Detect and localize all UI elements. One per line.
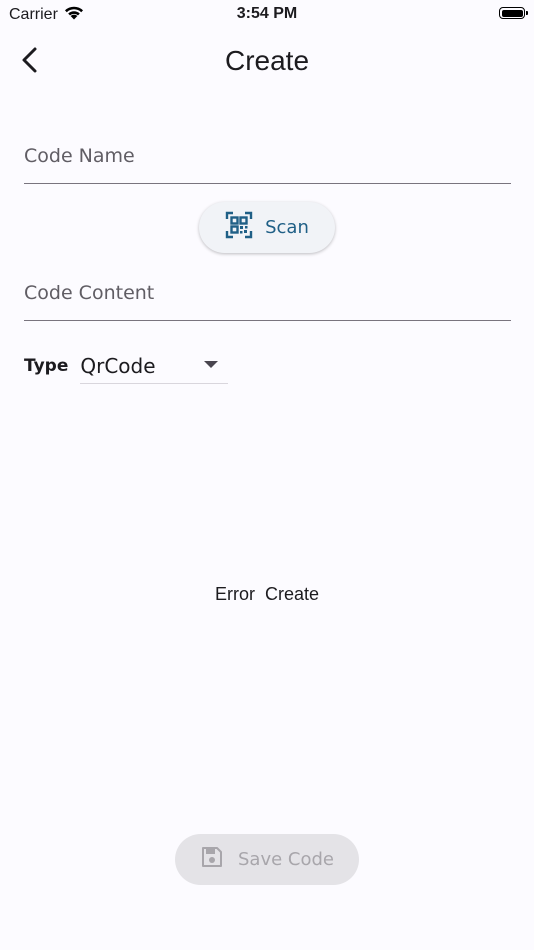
- code-content-input[interactable]: [24, 282, 511, 304]
- app-bar: Create: [0, 36, 534, 88]
- save-code-button[interactable]: Save Code: [175, 834, 359, 885]
- code-name-field[interactable]: [24, 128, 511, 184]
- status-bar: Carrier 3:54 PM: [0, 0, 534, 28]
- type-dropdown[interactable]: QrCode: [80, 348, 229, 384]
- code-content-field[interactable]: [24, 265, 511, 321]
- scan-button[interactable]: Scan: [199, 202, 335, 253]
- page-title: Create: [224, 45, 310, 76]
- scan-label: Scan: [265, 217, 309, 238]
- code-name-input[interactable]: [24, 145, 511, 167]
- qr-scan-icon: [225, 211, 253, 244]
- error-message: Error Create: [214, 584, 320, 604]
- type-row: Type QrCode: [24, 348, 229, 384]
- caret-down-icon: [204, 361, 219, 368]
- save-icon: [200, 845, 224, 874]
- battery-icon: [499, 7, 528, 19]
- type-label: Type: [24, 356, 69, 376]
- save-code-label: Save Code: [238, 849, 334, 870]
- type-selected-value: QrCode: [80, 353, 156, 378]
- status-time: 3:54 PM: [236, 5, 298, 22]
